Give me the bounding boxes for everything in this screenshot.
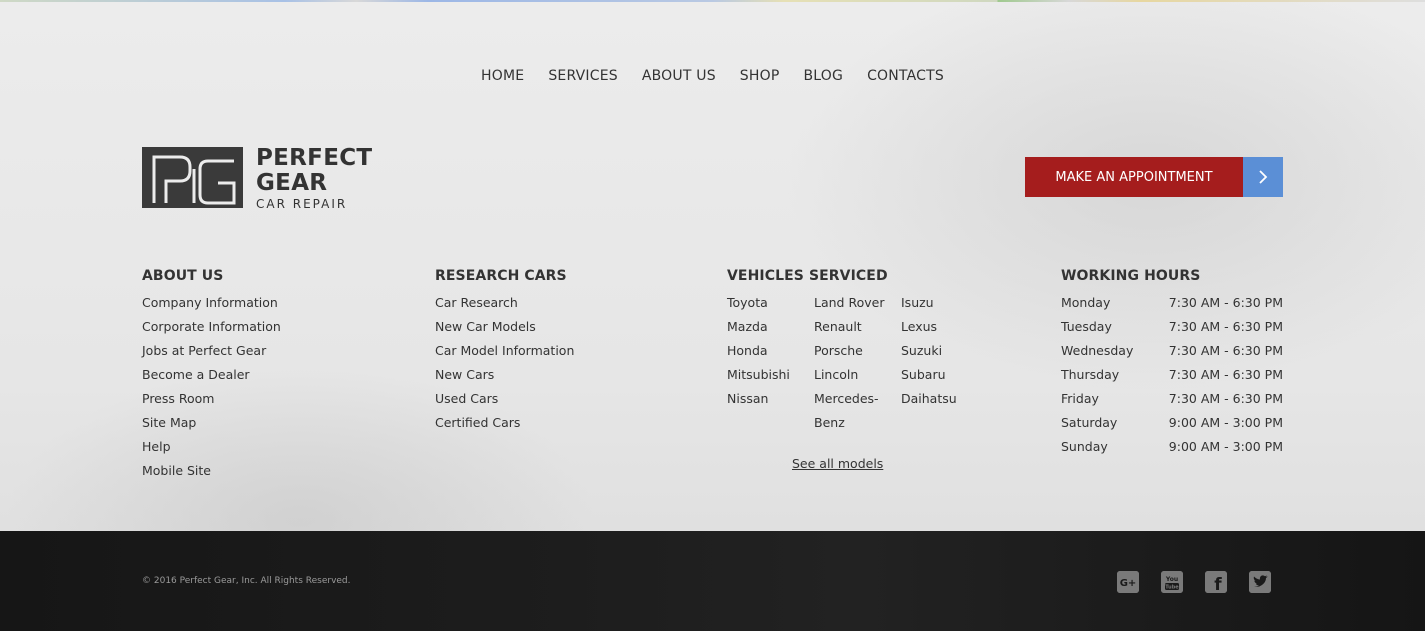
footer-col-vehicles: VEHICLES SERVICED Toyota Mazda Honda Mit… [727, 268, 988, 435]
about-link-corporate-info[interactable]: Corporate Information [142, 315, 281, 339]
main-nav: HOME SERVICES ABOUT US SHOP BLOG CONTACT… [0, 68, 1425, 84]
twitter-icon[interactable] [1249, 571, 1271, 593]
vehicles-col-3: Isuzu Lexus Suzuki Subaru Daihatsu [901, 291, 988, 435]
research-link-car-model-info[interactable]: Car Model Information [435, 339, 574, 363]
svg-text:You: You [1165, 576, 1178, 583]
hours-time: 7:30 AM - 6:30 PM [1168, 391, 1283, 406]
hours-row: Thursday 7:30 AM - 6:30 PM [1061, 363, 1283, 387]
hours-time: 9:00 AM - 3:00 PM [1168, 415, 1283, 430]
site-logo[interactable]: PERFECT GEAR CAR REPAIR [142, 145, 382, 212]
nav-services[interactable]: SERVICES [548, 68, 618, 84]
research-link-new-car-models[interactable]: New Car Models [435, 315, 574, 339]
about-link-company-info[interactable]: Company Information [142, 291, 281, 315]
google-plus-icon[interactable]: G+ [1117, 571, 1139, 593]
nav-shop[interactable]: SHOP [740, 68, 780, 84]
facebook-icon[interactable]: f [1205, 571, 1227, 593]
about-link-jobs[interactable]: Jobs at Perfect Gear [142, 339, 281, 363]
logo-tagline: CAR REPAIR [256, 197, 348, 211]
hours-day: Saturday [1061, 415, 1118, 430]
research-link-used-cars[interactable]: Used Cars [435, 387, 574, 411]
svg-text:G+: G+ [1120, 578, 1137, 589]
vehicle-toyota[interactable]: Toyota [727, 291, 814, 315]
hours-row: Wednesday 7:30 AM - 6:30 PM [1061, 339, 1283, 363]
vehicle-isuzu[interactable]: Isuzu [901, 291, 988, 315]
vehicles-col-1: Toyota Mazda Honda Mitsubishi Nissan [727, 291, 814, 435]
vehicles-col-2: Land Rover Renault Porsche Lincoln Merce… [814, 291, 901, 435]
hours-row: Sunday 9:00 AM - 3:00 PM [1061, 435, 1283, 459]
footer-col-about: ABOUT US Company Information Corporate I… [142, 268, 281, 483]
about-link-become-dealer[interactable]: Become a Dealer [142, 363, 281, 387]
footer-col-hours: WORKING HOURS Monday 7:30 AM - 6:30 PM Tu… [1061, 268, 1283, 459]
research-link-car-research[interactable]: Car Research [435, 291, 574, 315]
see-all-models-link[interactable]: See all models [792, 456, 883, 471]
vehicle-mitsubishi[interactable]: Mitsubishi [727, 363, 814, 387]
hours-day: Wednesday [1061, 343, 1134, 358]
vehicle-lincoln[interactable]: Lincoln [814, 363, 901, 387]
vehicle-honda[interactable]: Honda [727, 339, 814, 363]
hours-time: 7:30 AM - 6:30 PM [1168, 343, 1283, 358]
about-heading: ABOUT US [142, 268, 224, 284]
vehicle-lexus[interactable]: Lexus [901, 315, 988, 339]
logo-line-2: GEAR [256, 170, 328, 196]
vehicle-land-rover[interactable]: Land Rover [814, 291, 901, 315]
nav-home[interactable]: HOME [481, 68, 524, 84]
vehicle-suzuki[interactable]: Suzuki [901, 339, 988, 363]
hours-day: Friday [1061, 391, 1099, 406]
vehicle-daihatsu[interactable]: Daihatsu [901, 387, 988, 411]
hours-day: Sunday [1061, 439, 1108, 454]
logo-mark-icon [142, 147, 243, 208]
about-link-mobile-site[interactable]: Mobile Site [142, 459, 281, 483]
vehicle-mazda[interactable]: Mazda [727, 315, 814, 339]
svg-text:f: f [1214, 575, 1222, 593]
social-links: G+ You Tube f [1117, 571, 1271, 593]
vehicle-renault[interactable]: Renault [814, 315, 901, 339]
logo-text: PERFECT GEAR CAR REPAIR [256, 145, 373, 212]
hours-row: Tuesday 7:30 AM - 6:30 PM [1061, 315, 1283, 339]
hours-row: Saturday 9:00 AM - 3:00 PM [1061, 411, 1283, 435]
vehicle-porsche[interactable]: Porsche [814, 339, 901, 363]
youtube-icon[interactable]: You Tube [1161, 571, 1183, 593]
about-link-help[interactable]: Help [142, 435, 281, 459]
vehicle-nissan[interactable]: Nissan [727, 387, 814, 411]
appointment-label: MAKE AN APPOINTMENT [1025, 157, 1243, 197]
copyright-text: © 2016 Perfect Gear, Inc. All Rights Res… [142, 576, 351, 586]
chevron-right-icon [1243, 157, 1283, 197]
hours-row: Monday 7:30 AM - 6:30 PM [1061, 291, 1283, 315]
top-map-strip [0, 0, 1425, 2]
vehicle-subaru[interactable]: Subaru [901, 363, 988, 387]
research-link-new-cars[interactable]: New Cars [435, 363, 574, 387]
hours-time: 9:00 AM - 3:00 PM [1168, 439, 1283, 454]
nav-contacts[interactable]: CONTACTS [867, 68, 944, 84]
research-heading: RESEARCH CARS [435, 268, 567, 284]
hours-time: 7:30 AM - 6:30 PM [1168, 367, 1283, 382]
hours-time: 7:30 AM - 6:30 PM [1168, 319, 1283, 334]
footer-col-research: RESEARCH CARS Car Research New Car Model… [435, 268, 574, 435]
about-link-site-map[interactable]: Site Map [142, 411, 281, 435]
about-link-press-room[interactable]: Press Room [142, 387, 281, 411]
vehicles-grid: Toyota Mazda Honda Mitsubishi Nissan Lan… [727, 291, 988, 435]
nav-about-us[interactable]: ABOUT US [642, 68, 716, 84]
nav-blog[interactable]: BLOG [803, 68, 843, 84]
hours-heading: WORKING HOURS [1061, 268, 1201, 284]
vehicles-heading: VEHICLES SERVICED [727, 268, 888, 284]
hours-row: Friday 7:30 AM - 6:30 PM [1061, 387, 1283, 411]
research-link-certified-cars[interactable]: Certified Cars [435, 411, 574, 435]
svg-text:Tube: Tube [1165, 585, 1179, 591]
hours-day: Monday [1061, 295, 1111, 310]
vehicle-mercedes-benz[interactable]: Mercedes-Benz [814, 387, 884, 435]
hours-day: Thursday [1061, 367, 1120, 382]
hours-time: 7:30 AM - 6:30 PM [1168, 295, 1283, 310]
logo-line-1: PERFECT [256, 145, 373, 171]
hours-day: Tuesday [1061, 319, 1112, 334]
make-appointment-button[interactable]: MAKE AN APPOINTMENT [1025, 157, 1283, 197]
